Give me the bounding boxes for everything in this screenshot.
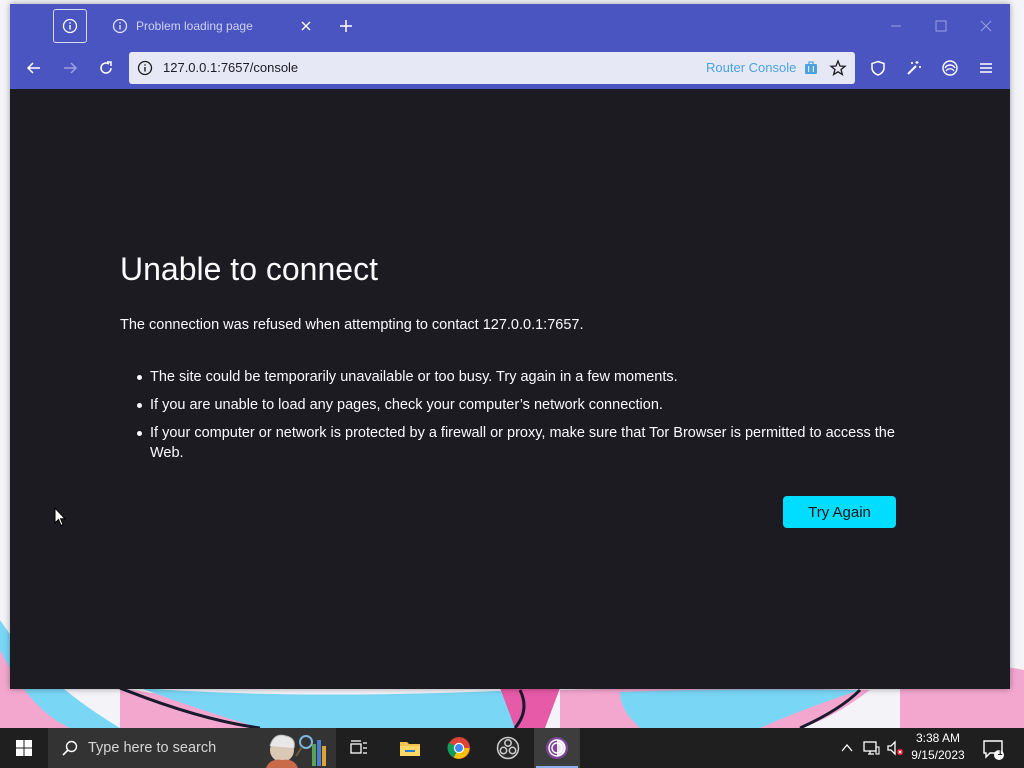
hamburger-menu-icon <box>980 63 992 73</box>
router-console-label[interactable]: Router Console <box>706 60 796 75</box>
error-description: The connection was refused when attempti… <box>120 317 584 333</box>
search-highlight-illustration <box>266 734 326 768</box>
close-tab-icon[interactable] <box>298 18 314 34</box>
taskbar-search-box[interactable]: Type here to search <box>48 728 336 768</box>
network-status-button[interactable] <box>861 738 881 758</box>
error-title: Unable to connect <box>120 251 378 287</box>
plus-icon <box>340 20 352 32</box>
volume-button[interactable] <box>885 738 905 758</box>
magic-wand-icon <box>907 61 921 75</box>
site-info-button[interactable] <box>53 9 87 43</box>
network-icon <box>863 741 880 755</box>
clock-date: 9/15/2023 <box>911 748 965 762</box>
info-icon[interactable] <box>137 60 153 76</box>
tor-browser-app[interactable] <box>534 728 580 768</box>
tab-title: Problem loading page <box>136 19 253 33</box>
task-view-icon <box>350 740 367 754</box>
maximize-icon <box>935 20 947 32</box>
mouse-cursor-icon <box>54 507 66 527</box>
reload-button[interactable] <box>96 58 116 78</box>
new-identity-button[interactable] <box>904 58 924 78</box>
security-level-button[interactable] <box>868 58 888 78</box>
search-icon <box>62 740 78 756</box>
system-clock[interactable]: 3:38 AM 9/15/2023 <box>908 730 968 766</box>
info-icon <box>112 18 128 34</box>
router-console-icon[interactable] <box>803 60 819 76</box>
star-icon[interactable] <box>829 59 847 77</box>
suggestion-item: If you are unable to load any pages, che… <box>137 395 910 415</box>
chrome-app[interactable] <box>436 728 482 768</box>
volume-muted-icon <box>887 740 904 756</box>
taskbar: Type here to search 3:38 AM 9/15/2023 1 <box>0 728 1024 768</box>
close-window-button[interactable] <box>976 16 996 36</box>
file-explorer-app[interactable] <box>387 728 433 768</box>
obs-studio-app[interactable] <box>485 728 531 768</box>
browser-tab[interactable]: Problem loading page <box>102 10 320 42</box>
title-bar: Problem loading page <box>10 4 1010 48</box>
arrow-right-icon <box>64 62 78 74</box>
suggestion-item: If your computer or network is protected… <box>137 423 910 463</box>
new-tab-button[interactable] <box>336 16 356 36</box>
url-text[interactable]: 127.0.0.1:7657/console <box>163 60 298 75</box>
tor-browser-icon <box>546 737 568 759</box>
back-button[interactable] <box>24 58 44 78</box>
search-placeholder: Type here to search <box>88 740 217 756</box>
reload-icon <box>100 61 112 74</box>
tor-icon <box>942 60 958 76</box>
obs-icon <box>496 736 520 760</box>
chrome-icon <box>447 737 470 759</box>
minimize-button[interactable] <box>886 16 906 36</box>
chevron-up-icon <box>841 743 853 752</box>
shield-icon <box>871 60 885 76</box>
close-icon <box>980 20 992 32</box>
tor-circuit-button[interactable] <box>940 58 960 78</box>
windows-logo-icon <box>16 740 32 756</box>
clock-time: 3:38 AM <box>915 731 961 745</box>
address-bar[interactable]: 127.0.0.1:7657/console Router Console <box>129 52 855 84</box>
start-button[interactable] <box>0 728 48 768</box>
arrow-left-icon <box>26 62 40 74</box>
task-view-button[interactable] <box>336 728 382 768</box>
forward-button[interactable] <box>60 58 80 78</box>
minimize-icon <box>891 25 901 27</box>
error-page: Unable to connect The connection was ref… <box>10 89 1010 689</box>
notification-count: 1 <box>997 747 1003 757</box>
app-menu-button[interactable] <box>976 58 996 78</box>
folder-icon <box>400 742 420 756</box>
navigation-toolbar: 127.0.0.1:7657/console Router Console <box>10 48 1010 89</box>
maximize-button[interactable] <box>931 16 951 36</box>
browser-window: Problem loading page 127.0.0.1:7657/cons… <box>10 4 1010 689</box>
show-hidden-icons-button[interactable] <box>838 738 856 758</box>
info-icon <box>62 18 78 34</box>
error-suggestions: The site could be temporarily unavailabl… <box>137 367 910 471</box>
action-center-button[interactable]: 1 <box>980 736 1006 762</box>
suggestion-item: The site could be temporarily unavailabl… <box>137 367 910 387</box>
try-again-button[interactable]: Try Again <box>783 496 896 528</box>
